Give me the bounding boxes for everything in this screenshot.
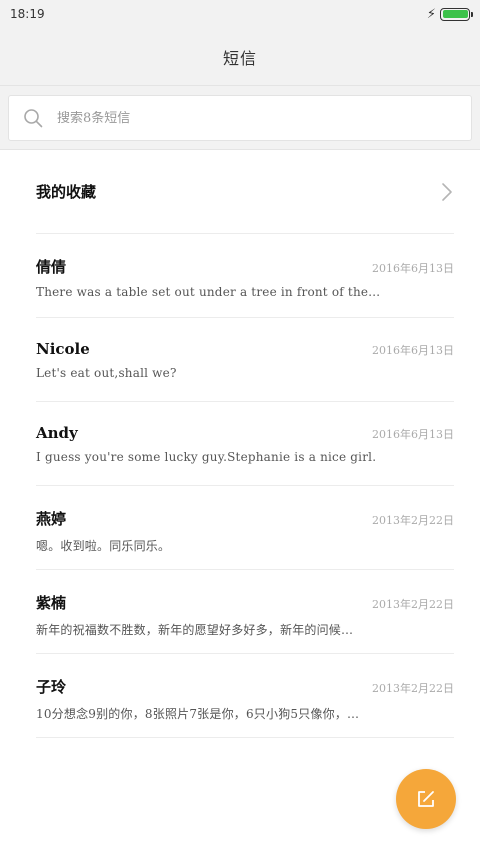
favorites-row[interactable]: 我的收藏 (36, 150, 454, 234)
conversation-list: 倩倩 2016年6月13日 There was a table set out … (36, 234, 454, 738)
conversation-row[interactable]: 燕婷 2013年2月22日 嗯。收到啦。同乐同乐。 (36, 486, 454, 570)
status-bar: 18:19 ⚡ (0, 0, 480, 28)
status-time: 18:19 (10, 7, 45, 21)
battery-icon (440, 7, 473, 21)
search-area (0, 86, 480, 150)
message-snippet: I guess you're some lucky guy.Stephanie … (36, 450, 377, 464)
search-icon (24, 109, 43, 128)
app-header: 短信 (0, 28, 480, 86)
contact-name: 燕婷 (36, 510, 67, 528)
message-snippet: 新年的祝福数不胜数，新年的愿望好多好多，新年的问候… (36, 623, 354, 637)
chevron-right-icon (442, 182, 452, 201)
contact-name: Andy (36, 424, 78, 442)
message-snippet: Let's eat out,shall we? (36, 366, 177, 380)
message-snippet: 嗯。收到啦。同乐同乐。 (36, 539, 171, 553)
search-input[interactable] (57, 110, 437, 126)
contact-name: 紫楠 (36, 594, 67, 612)
message-date: 2016年6月13日 (372, 428, 454, 441)
compose-icon (418, 791, 434, 807)
contact-name: 子玲 (36, 678, 67, 696)
favorites-label: 我的收藏 (36, 183, 97, 201)
message-date: 2013年2月22日 (372, 514, 454, 527)
conversation-row[interactable]: Andy 2016年6月13日 I guess you're some luck… (36, 402, 454, 486)
message-date: 2013年2月22日 (372, 598, 454, 611)
status-indicators: ⚡ (426, 6, 473, 22)
message-date: 2016年6月13日 (372, 344, 454, 357)
message-date: 2013年2月22日 (372, 682, 454, 695)
conversation-row[interactable]: 子玲 2013年2月22日 10分想念9别的你，8张照片7张是你，6只小狗5只像… (36, 654, 454, 738)
charging-icon: ⚡ (426, 6, 436, 22)
page-title: 短信 (222, 48, 257, 68)
message-snippet: There was a table set out under a tree i… (36, 285, 381, 299)
conversation-row[interactable]: Nicole 2016年6月13日 Let's eat out,shall we… (36, 318, 454, 402)
battery-level-fill (442, 10, 468, 18)
search-box[interactable] (8, 95, 472, 141)
message-date: 2016年6月13日 (372, 262, 454, 275)
contact-name: 倩倩 (36, 258, 67, 276)
conversation-row[interactable]: 紫楠 2013年2月22日 新年的祝福数不胜数，新年的愿望好多好多，新年的问候… (36, 570, 454, 654)
contact-name: Nicole (36, 340, 90, 358)
message-snippet: 10分想念9别的你，8张照片7张是你，6只小狗5只像你，… (36, 707, 360, 721)
conversation-row[interactable]: 倩倩 2016年6月13日 There was a table set out … (36, 234, 454, 318)
compose-button[interactable] (396, 769, 456, 829)
